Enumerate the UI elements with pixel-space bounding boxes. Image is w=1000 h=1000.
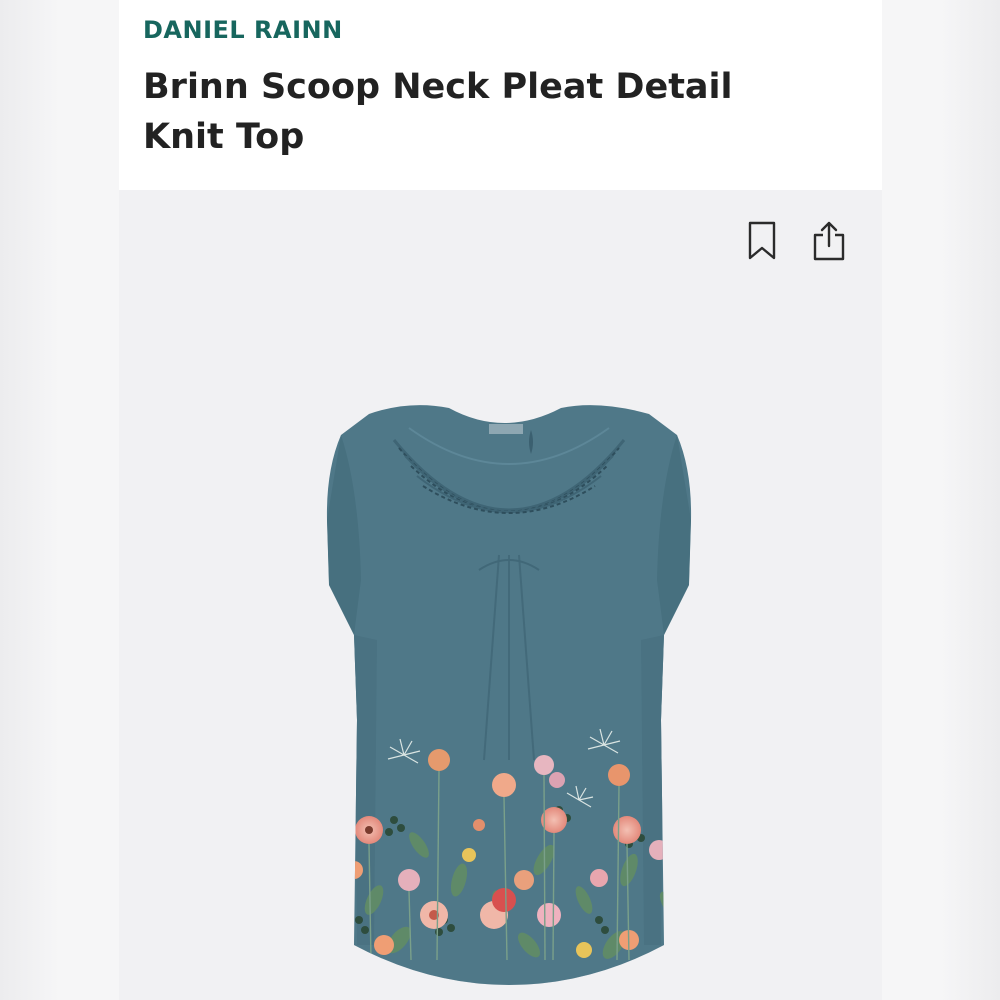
product-title: Brinn Scoop Neck Pleat Detail Knit Top xyxy=(143,67,733,157)
product-header: DANIEL RAINN Brinn Scoop Neck Pleat Deta… xyxy=(119,0,882,190)
brand-name[interactable]: DANIEL RAINN xyxy=(143,16,343,44)
share-button[interactable] xyxy=(811,220,847,262)
share-icon xyxy=(813,221,845,261)
bookmark-icon xyxy=(748,221,776,260)
page: DANIEL RAINN Brinn Scoop Neck Pleat Deta… xyxy=(0,0,1000,1000)
bookmark-button[interactable] xyxy=(744,220,780,262)
product-card: DANIEL RAINN Brinn Scoop Neck Pleat Deta… xyxy=(119,0,882,1000)
product-image xyxy=(326,405,692,986)
product-image-area xyxy=(119,190,882,1000)
